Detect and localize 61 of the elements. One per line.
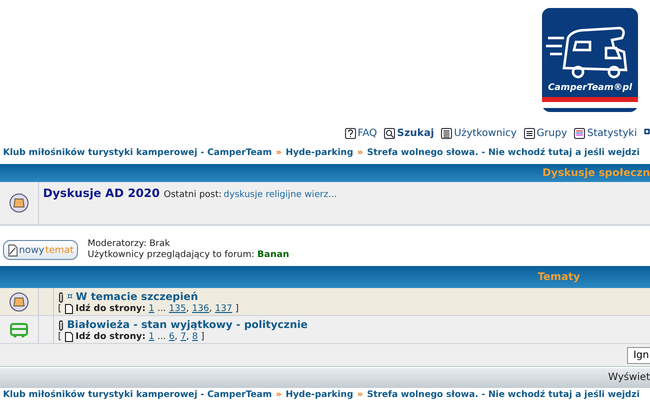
topic-mark: ¤ <box>67 292 73 302</box>
camper-logo[interactable]: CamperTeam®pl <box>542 8 638 112</box>
nav-link[interactable]: Użytkownicy <box>441 126 517 141</box>
comma: , <box>186 332 190 342</box>
list-icon <box>441 128 452 139</box>
page-jump-label: Idź do strony: <box>76 304 146 314</box>
section-header: Tematy <box>0 266 650 288</box>
page-link[interactable]: 8 <box>192 332 198 342</box>
last-post-label: Ostatni post: <box>164 190 222 200</box>
breadcrumb-separator: » <box>276 148 282 158</box>
ignore-button[interactable]: Ign <box>627 346 650 364</box>
viewers-text: Użytkownicy przeglądający to forum: Banan <box>88 250 290 261</box>
nav-link[interactable]: Szukaj <box>384 126 434 141</box>
page-link[interactable]: 135 <box>168 304 186 314</box>
forum-icon <box>9 193 29 213</box>
forum-title-link[interactable]: Dyskusje AD 2020 <box>43 186 160 200</box>
comma: , <box>186 304 189 314</box>
display-options-bar: Wyświet <box>0 368 650 388</box>
breadcrumb-link[interactable]: Strefa wolnego słowa. - Nie wchodź tutaj a jeśli wejdzi <box>366 148 640 158</box>
new-topic-button[interactable]: nowytemat <box>3 240 78 260</box>
breadcrumb-separator: » <box>357 148 363 158</box>
breadcrumb-link[interactable]: Klub miłośników turystyki kamperowej - CamperTeam <box>3 148 272 158</box>
page-link[interactable]: 7 <box>180 332 186 342</box>
pencil-icon <box>7 244 18 256</box>
topic-title-link[interactable]: W temacie szczepień <box>76 291 198 303</box>
page-link[interactable]: 136 <box>192 304 210 314</box>
last-post-link[interactable]: dyskusje religijne wierz... <box>224 190 337 200</box>
logo-text: CamperTeam®pl <box>548 83 632 93</box>
page-jump-label: Idź do strony: <box>76 332 146 342</box>
page-icon <box>64 332 73 342</box>
nav-link[interactable]: Statystyki <box>574 126 637 141</box>
folder-icon <box>9 292 29 312</box>
topic-title-link[interactable]: Białowieża - stan wyjątkowy - politycznie <box>67 319 308 331</box>
breadcrumb-separator: » <box>276 390 282 400</box>
comma: , <box>174 332 178 342</box>
breadcrumb-link[interactable]: Klub miłośników turystyki kamperowej - CamperTeam <box>3 390 272 400</box>
ellipsis: ... <box>157 304 166 314</box>
nav-link[interactable]: FAQ <box>344 126 378 141</box>
page-icon <box>64 304 73 314</box>
comma: , <box>209 304 212 314</box>
bracket: ] <box>200 332 204 342</box>
moderators-text: Moderatorzy: Brak <box>88 239 171 250</box>
breadcrumb-separator: » <box>357 390 363 400</box>
page-link[interactable]: 1 <box>148 304 154 314</box>
breadcrumb-link[interactable]: Hyde-parking <box>286 390 354 400</box>
breadcrumb-link[interactable]: Hyde-parking <box>286 148 354 158</box>
user-link[interactable]: Banan <box>257 250 290 260</box>
ellipsis: ... <box>157 332 166 342</box>
bracket: ] <box>235 304 239 314</box>
search-icon <box>384 128 396 139</box>
help-icon <box>344 128 356 139</box>
bracket: [ <box>58 304 62 314</box>
page-link[interactable]: 137 <box>215 304 232 314</box>
breadcrumb-link[interactable]: Strefa wolnego słowa. - Nie wchodź tutaj a jeśli wejdzi <box>366 390 640 400</box>
bracket: [ <box>58 332 62 342</box>
page-link[interactable]: 1 <box>148 332 154 342</box>
page-link[interactable]: 6 <box>168 332 175 342</box>
section-header: Dyskusje społeczn <box>0 164 650 182</box>
nav-link[interactable]: Grupy <box>524 126 568 141</box>
chart-icon <box>574 128 586 139</box>
list-icon <box>524 128 535 139</box>
